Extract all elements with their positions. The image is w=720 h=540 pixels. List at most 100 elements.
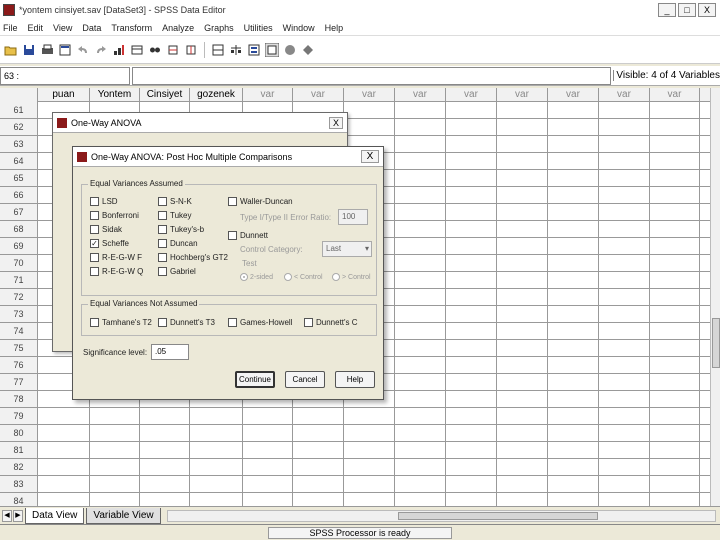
column-header[interactable]: puan bbox=[38, 88, 90, 102]
row-number[interactable]: 73 bbox=[0, 306, 38, 322]
row-number[interactable]: 75 bbox=[0, 340, 38, 356]
grid-cell[interactable] bbox=[599, 493, 650, 506]
grid-cell[interactable] bbox=[497, 221, 548, 238]
tamhane-checkbox[interactable]: Tamhane's T2 bbox=[90, 318, 152, 327]
error-ratio-input[interactable]: 100 bbox=[338, 209, 368, 225]
row-number[interactable]: 64 bbox=[0, 153, 38, 169]
grid-cell[interactable] bbox=[190, 442, 243, 459]
grid-cell[interactable] bbox=[395, 493, 446, 506]
save-icon[interactable] bbox=[22, 43, 36, 57]
column-header[interactable]: Yontem bbox=[90, 88, 140, 102]
use-sets-icon[interactable] bbox=[283, 43, 297, 57]
column-header[interactable]: var bbox=[650, 88, 700, 102]
grid-cell[interactable] bbox=[599, 255, 650, 272]
grid-cell[interactable] bbox=[344, 493, 395, 506]
tab-data-view[interactable]: Data View bbox=[25, 507, 85, 524]
grid-cell[interactable] bbox=[446, 323, 497, 340]
insert-case-icon[interactable] bbox=[166, 43, 180, 57]
grid-cell[interactable] bbox=[446, 153, 497, 170]
row-number[interactable]: 67 bbox=[0, 204, 38, 220]
grid-cell[interactable] bbox=[446, 238, 497, 255]
grid-cell[interactable] bbox=[497, 119, 548, 136]
grid-cell[interactable] bbox=[243, 442, 293, 459]
row-number[interactable]: 74 bbox=[0, 323, 38, 339]
grid-cell[interactable] bbox=[650, 289, 700, 306]
minimize-button[interactable]: _ bbox=[658, 3, 676, 17]
grid-cell[interactable] bbox=[38, 493, 90, 506]
two-sided-radio[interactable]: 2-sided bbox=[240, 273, 273, 281]
grid-cell[interactable] bbox=[497, 459, 548, 476]
bonferroni-checkbox[interactable]: Bonferroni bbox=[90, 211, 139, 220]
grid-cell[interactable] bbox=[599, 340, 650, 357]
grid-cell[interactable] bbox=[599, 102, 650, 119]
grid-cell[interactable] bbox=[395, 102, 446, 119]
grid-cell[interactable] bbox=[548, 204, 599, 221]
menu-view[interactable]: View bbox=[53, 23, 72, 33]
cancel-button[interactable]: Cancel bbox=[285, 371, 325, 388]
print-icon[interactable] bbox=[40, 43, 54, 57]
insert-variable-icon[interactable] bbox=[184, 43, 198, 57]
row-number[interactable]: 76 bbox=[0, 357, 38, 373]
snk-checkbox[interactable]: S-N-K bbox=[158, 197, 192, 206]
row-number[interactable]: 62 bbox=[0, 119, 38, 135]
grid-cell[interactable] bbox=[140, 442, 190, 459]
tab-next-arrow-icon[interactable]: ▶ bbox=[13, 509, 23, 522]
grid-cell[interactable] bbox=[395, 442, 446, 459]
grid-cell[interactable] bbox=[548, 255, 599, 272]
grid-cell[interactable] bbox=[497, 323, 548, 340]
grid-cell[interactable] bbox=[650, 272, 700, 289]
checkbox-box[interactable] bbox=[90, 267, 99, 276]
grid-cell[interactable] bbox=[599, 272, 650, 289]
regwf-checkbox[interactable]: R-E-G-W F bbox=[90, 253, 142, 262]
grid-cell[interactable] bbox=[497, 408, 548, 425]
checkbox-box[interactable] bbox=[158, 267, 167, 276]
checkbox-box[interactable] bbox=[228, 197, 237, 206]
grid-cell[interactable] bbox=[650, 238, 700, 255]
grid-cell[interactable] bbox=[650, 442, 700, 459]
grid-cell[interactable] bbox=[395, 119, 446, 136]
post-hoc-close-button[interactable]: X bbox=[361, 150, 379, 163]
row-number[interactable]: 71 bbox=[0, 272, 38, 288]
less-than-control-radio[interactable]: < Control bbox=[284, 273, 323, 281]
open-icon[interactable] bbox=[4, 43, 18, 57]
row-number[interactable]: 78 bbox=[0, 391, 38, 407]
grid-cell[interactable] bbox=[90, 425, 140, 442]
grid-cell[interactable] bbox=[650, 391, 700, 408]
grid-cell[interactable] bbox=[497, 493, 548, 506]
horizontal-scroll-thumb[interactable] bbox=[397, 511, 598, 520]
row-number[interactable]: 79 bbox=[0, 408, 38, 424]
checkbox-box[interactable] bbox=[158, 197, 167, 206]
grid-cell[interactable] bbox=[548, 408, 599, 425]
split-file-icon[interactable] bbox=[211, 43, 225, 57]
grid-cell[interactable] bbox=[446, 374, 497, 391]
find-icon[interactable] bbox=[148, 43, 162, 57]
grid-cell[interactable] bbox=[446, 170, 497, 187]
grid-cell[interactable] bbox=[293, 442, 344, 459]
grid-cell[interactable] bbox=[650, 408, 700, 425]
grid-cell[interactable] bbox=[599, 187, 650, 204]
grid-cell[interactable] bbox=[395, 136, 446, 153]
tab-prev-arrow-icon[interactable]: ◀ bbox=[2, 509, 12, 522]
grid-cell[interactable] bbox=[446, 391, 497, 408]
grid-cell[interactable] bbox=[548, 289, 599, 306]
checkbox-box[interactable] bbox=[228, 318, 237, 327]
grid-cell[interactable] bbox=[548, 153, 599, 170]
select-cases-icon[interactable] bbox=[247, 43, 261, 57]
grid-cell[interactable] bbox=[140, 476, 190, 493]
grid-cell[interactable] bbox=[38, 476, 90, 493]
grid-cell[interactable] bbox=[497, 136, 548, 153]
grid-cell[interactable] bbox=[650, 459, 700, 476]
radio-dot[interactable] bbox=[240, 273, 248, 281]
checkbox-box[interactable] bbox=[304, 318, 313, 327]
grid-cell[interactable] bbox=[497, 289, 548, 306]
dunnett-c-checkbox[interactable]: Dunnett's C bbox=[304, 318, 358, 327]
grid-cell[interactable] bbox=[293, 459, 344, 476]
grid-cell[interactable] bbox=[446, 357, 497, 374]
grid-cell[interactable] bbox=[293, 425, 344, 442]
checkbox-box[interactable] bbox=[158, 211, 167, 220]
row-number[interactable]: 77 bbox=[0, 374, 38, 390]
row-number[interactable]: 66 bbox=[0, 187, 38, 203]
grid-cell[interactable] bbox=[497, 187, 548, 204]
menu-graphs[interactable]: Graphs bbox=[204, 23, 234, 33]
gabriel-checkbox[interactable]: Gabriel bbox=[158, 267, 196, 276]
